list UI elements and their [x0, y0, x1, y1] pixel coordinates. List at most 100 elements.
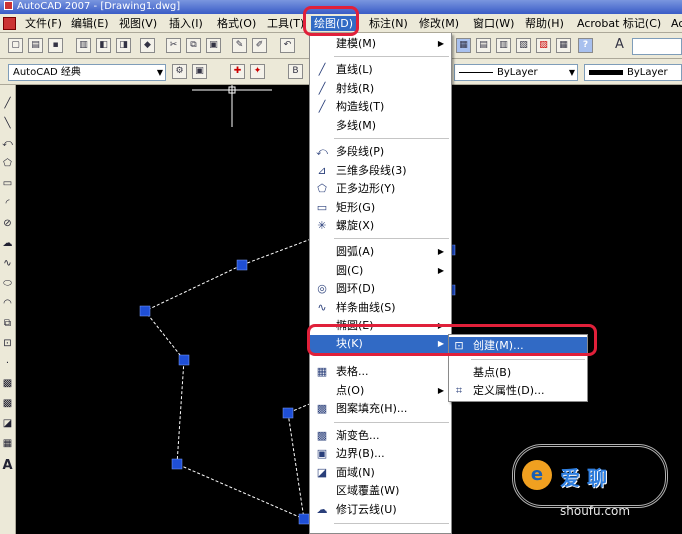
revision-cloud-icon[interactable]: ☁ [1, 237, 14, 250]
spline-icon[interactable]: ∿ [1, 257, 14, 270]
block-editor-icon[interactable]: ✐ [252, 38, 267, 53]
chevron-down-icon: ▼ [156, 68, 163, 77]
ellipse-arc-icon[interactable]: ◠ [1, 297, 14, 310]
menu-item-donut[interactable]: ◎ 圆环(D) [310, 280, 451, 298]
calculator-icon[interactable]: ▦ [556, 38, 571, 53]
menu-tools[interactable]: 工具(T) [264, 16, 307, 31]
menu-format[interactable]: 格式(O) [214, 16, 259, 31]
menu-item-hatch[interactable]: ▩ 图案填充(H)... [310, 400, 451, 418]
submenu-item-base-point[interactable]: 基点(B) [449, 364, 587, 382]
polygon-icon[interactable]: ⬠ [1, 157, 14, 170]
menu-edit[interactable]: 编辑(E) [68, 16, 112, 31]
save-icon[interactable]: ▪ [48, 38, 63, 53]
grip-point[interactable] [171, 458, 183, 470]
linetype-select[interactable]: ByLayer ▼ [454, 64, 578, 81]
menu-more[interactable]: Ac [668, 16, 682, 31]
menu-draw[interactable]: 绘图(D) [311, 16, 357, 31]
pdf-review-icon[interactable]: ✦ [250, 64, 265, 79]
menu-item-gradient[interactable]: ▩ 渐变色... [310, 427, 451, 445]
submenu-item-define-attribute[interactable]: ⌗ 定义属性(D)... [449, 382, 587, 400]
menu-item-revision-cloud[interactable]: ☁ 修订云线(U) [310, 501, 451, 519]
circle-icon[interactable]: ⊘ [1, 217, 14, 230]
menu-item-boundary[interactable]: ▣ 边界(B)... [310, 445, 451, 463]
menu-view[interactable]: 视图(V) [116, 16, 160, 31]
ellipse-icon[interactable]: ⬭ [1, 277, 14, 290]
sheet-set-icon[interactable]: ▧ [516, 38, 531, 53]
copy-icon[interactable]: ⧉ [186, 38, 201, 53]
polyline-icon[interactable]: ⤺ [1, 137, 14, 150]
menu-modify[interactable]: 修改(M) [416, 16, 462, 31]
text-style-combo[interactable] [632, 38, 682, 55]
point-icon[interactable]: · [1, 357, 14, 370]
menu-item-modeling[interactable]: 建模(M) ▶ [310, 35, 451, 53]
grip-point[interactable] [282, 407, 294, 419]
grip-point[interactable] [236, 259, 248, 271]
menu-dimension[interactable]: 标注(N) [366, 16, 411, 31]
publish-icon[interactable]: ◨ [116, 38, 131, 53]
hatch-icon[interactable]: ▩ [1, 377, 14, 390]
multiline-text-icon[interactable]: A [1, 459, 14, 472]
lineweight-select[interactable]: ByLayer [584, 64, 682, 81]
menu-window[interactable]: 窗口(W) [470, 16, 517, 31]
draw-dropdown-menu: 建模(M) ▶ ╱ 直线(L) ╱ 射线(R) ╱ 构造线(T) 多线(M) ⤺ 多段线(… [309, 33, 452, 534]
new-file-icon[interactable]: ▢ [8, 38, 23, 53]
menu-item-ray[interactable]: ╱ 射线(R) [310, 80, 451, 98]
print-preview-icon[interactable]: ◧ [96, 38, 111, 53]
menu-item-table[interactable]: ▦ 表格... [310, 363, 451, 381]
menu-item-construction-line[interactable]: ╱ 构造线(T) [310, 98, 451, 116]
help-icon[interactable]: ? [578, 38, 593, 53]
menu-item-3d-polyline[interactable]: ⊿ 三维多段线(3) [310, 162, 451, 180]
submenu-item-create[interactable]: ⊡ 创建(M)... [449, 337, 587, 355]
open-folder-icon[interactable]: ▤ [28, 38, 43, 53]
menu-item-region[interactable]: ◪ 面域(N) [310, 464, 451, 482]
gradient-icon[interactable]: ▩ [1, 397, 14, 410]
menu-item-ellipse[interactable]: 椭圆(E) ▶ [310, 317, 451, 335]
grip-point[interactable] [139, 305, 151, 317]
workspace-select[interactable]: AutoCAD 经典 ▼ [8, 64, 166, 81]
region-icon[interactable]: ◪ [1, 417, 14, 430]
rectangle-icon[interactable]: ▭ [1, 177, 14, 190]
menu-file[interactable]: 文件(F) [22, 16, 65, 31]
construction-line-icon[interactable]: ╲ [1, 117, 14, 130]
menu-item-polyline[interactable]: ⤺ 多段线(P) [310, 143, 451, 161]
paste-icon[interactable]: ▣ [206, 38, 221, 53]
grip-point[interactable] [298, 513, 310, 525]
menu-item-block[interactable]: 块(K) ▶ [310, 335, 451, 353]
make-block-icon[interactable]: ⊡ [1, 337, 14, 350]
layer-icon[interactable]: B [288, 64, 303, 79]
grip-point[interactable] [178, 354, 190, 366]
properties-icon[interactable]: ▦ [456, 38, 471, 53]
text-style-icon[interactable]: A [612, 38, 627, 53]
cut-icon[interactable]: ✂ [166, 38, 181, 53]
menu-help[interactable]: 帮助(H) [522, 16, 567, 31]
menu-item-point[interactable]: 点(O) ▶ [310, 382, 451, 400]
arc-icon[interactable]: ◜ [1, 197, 14, 210]
table-icon[interactable]: ▦ [1, 437, 14, 450]
menu-item-wipeout[interactable]: 区域覆盖(W) [310, 482, 451, 500]
menu-acrobat[interactable]: Acrobat 标记(C) [574, 16, 664, 31]
insert-block-icon[interactable]: ⧉ [1, 317, 14, 330]
line-icon[interactable]: ╱ [1, 97, 14, 110]
menu-item-polygon[interactable]: ⬠ 正多边形(Y) [310, 180, 451, 198]
document-icon[interactable] [3, 17, 16, 30]
markup-icon[interactable]: ▨ [536, 38, 551, 53]
print-icon[interactable]: ▥ [76, 38, 91, 53]
menu-item-spline[interactable]: ∿ 样条曲线(S) [310, 299, 451, 317]
plot-icon[interactable]: ◆ [140, 38, 155, 53]
menu-item-arc[interactable]: 圆弧(A) ▶ [310, 243, 451, 261]
design-center-icon[interactable]: ▤ [476, 38, 491, 53]
menu-item-label: 椭圆(E) [336, 319, 374, 332]
menu-item-helix[interactable]: ✳ 螺旋(X) [310, 217, 451, 235]
save-workspace-icon[interactable]: ▣ [192, 64, 207, 79]
match-properties-icon[interactable]: ✎ [232, 38, 247, 53]
menu-item-label: 三维多段线(3) [336, 164, 407, 177]
menu-item-rectangle[interactable]: ▭ 矩形(G) [310, 199, 451, 217]
workspace-settings-icon[interactable]: ⚙ [172, 64, 187, 79]
menu-item-multiline[interactable]: 多线(M) [310, 117, 451, 135]
menu-item-circle[interactable]: 圆(C) ▶ [310, 262, 451, 280]
pdf-icon[interactable]: ✚ [230, 64, 245, 79]
tool-palettes-icon[interactable]: ▥ [496, 38, 511, 53]
undo-icon[interactable]: ↶ [280, 38, 295, 53]
menu-item-line[interactable]: ╱ 直线(L) [310, 61, 451, 79]
menu-insert[interactable]: 插入(I) [166, 16, 206, 31]
